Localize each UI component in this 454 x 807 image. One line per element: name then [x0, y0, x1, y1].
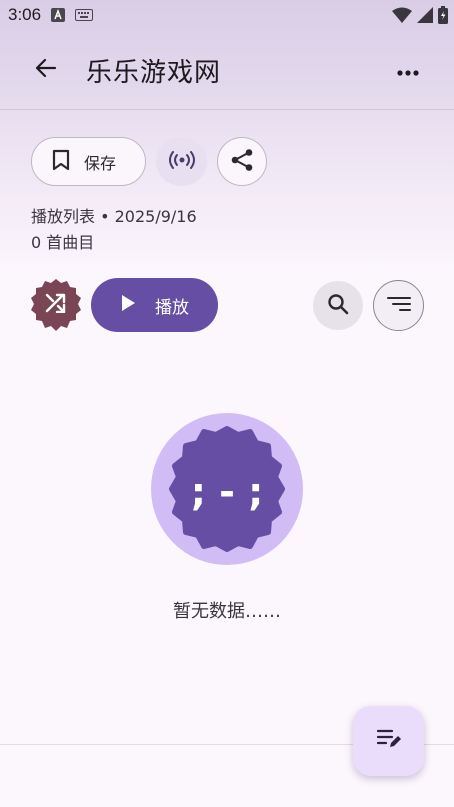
search-button[interactable]: [313, 281, 363, 330]
share-icon: [230, 148, 254, 176]
play-button[interactable]: 播放: [91, 278, 218, 332]
share-button[interactable]: [217, 137, 267, 186]
top-app-bar: 乐乐游戏网: [0, 30, 454, 110]
save-button-label: 保存: [84, 153, 117, 173]
keyboard-icon: [75, 9, 94, 21]
wifi-icon: [392, 7, 412, 28]
empty-state-message: 暂无数据……: [173, 601, 281, 622]
battery-icon: [438, 6, 448, 29]
play-icon: [121, 295, 135, 315]
shuffle-button[interactable]: [29, 278, 83, 332]
shuffle-icon: [45, 293, 67, 317]
status-bar: 3:06: [0, 0, 454, 30]
sort-button[interactable]: [373, 280, 424, 331]
empty-state-face: ; - ;: [191, 470, 264, 514]
empty-state-illustration: ; - ;: [151, 413, 303, 565]
playlist-type-date: 播放列表 • 2025/9/16: [31, 207, 197, 226]
track-count: 0 首曲目: [31, 233, 95, 252]
arrow-back-icon: [35, 57, 57, 83]
edit-playlist-fab[interactable]: [353, 706, 424, 776]
accessibility-a-icon: [51, 8, 66, 22]
bookmark-icon: [52, 149, 70, 175]
status-time: 3:06: [8, 5, 42, 24]
save-button[interactable]: 保存: [31, 137, 146, 186]
playlist-meta: 播放列表 • 2025/9/16 0 首曲目: [31, 204, 197, 256]
sort-icon: [386, 296, 411, 316]
broadcast-button[interactable]: [156, 137, 207, 186]
search-icon: [327, 293, 349, 319]
play-button-label: 播放: [155, 297, 189, 318]
more-horiz-icon: [397, 61, 419, 80]
page-title: 乐乐游戏网: [86, 58, 222, 88]
signal-icon: [417, 7, 433, 28]
radio-broadcast-icon: [168, 150, 196, 173]
edit-list-icon: [376, 728, 402, 754]
back-button[interactable]: [28, 52, 64, 88]
more-options-button[interactable]: [390, 54, 426, 86]
